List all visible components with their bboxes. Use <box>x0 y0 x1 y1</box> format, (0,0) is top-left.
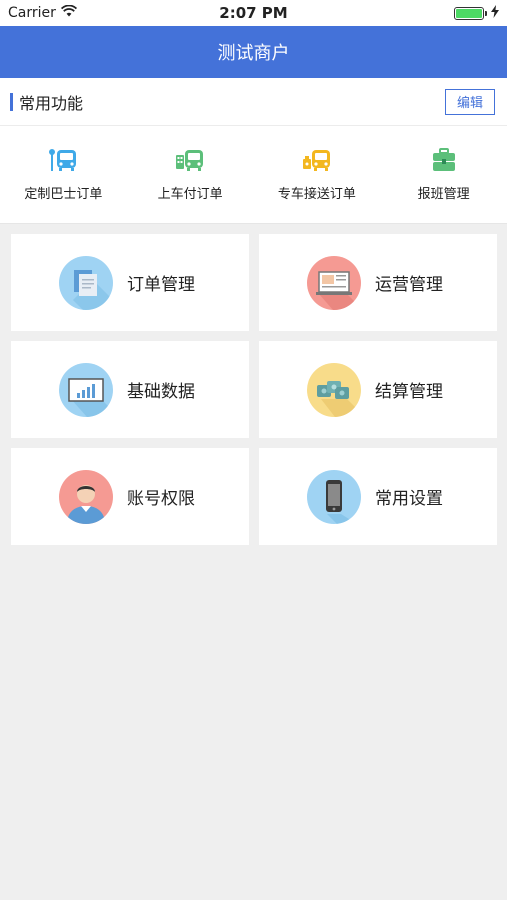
page-title: 测试商户 <box>217 43 290 64</box>
quick-item-shift-management[interactable]: 报班管理 <box>380 147 507 202</box>
battery-icon <box>454 6 487 20</box>
user-avatar-icon <box>59 469 113 524</box>
module-card-label: 结算管理 <box>375 382 443 402</box>
module-card-account-permissions[interactable]: 账号权限 <box>11 448 249 545</box>
quick-item-car-shuttle-order[interactable]: 专车接送订单 <box>254 147 381 202</box>
phone-icon <box>307 469 361 524</box>
monitor-chart-icon <box>59 362 113 417</box>
bus-stop-icon <box>48 147 78 173</box>
quick-item-label: 定制巴士订单 <box>24 187 103 202</box>
quick-functions: 定制巴士订单 上车付订单 专车接送订单 报班管理 <box>0 126 507 224</box>
title-accent-bar <box>10 92 13 111</box>
section-title-label: 常用功能 <box>19 93 84 113</box>
quick-item-label: 上车付订单 <box>157 187 223 202</box>
module-card-order-management[interactable]: 订单管理 <box>11 234 249 331</box>
module-card-label: 基础数据 <box>127 382 195 402</box>
section-header: 常用功能 编辑 <box>0 78 507 126</box>
toolbox-icon <box>429 147 459 173</box>
laptop-chart-icon <box>307 255 361 310</box>
car-shuttle-icon <box>302 147 332 173</box>
quick-item-label: 专车接送订单 <box>277 187 356 202</box>
section-title: 常用功能 <box>10 90 83 114</box>
edit-button[interactable]: 编辑 <box>445 88 495 115</box>
module-card-label: 订单管理 <box>127 275 195 295</box>
module-card-label: 账号权限 <box>127 489 195 509</box>
quick-item-board-pay-order[interactable]: 上车付订单 <box>127 147 254 202</box>
bus-pay-icon <box>175 147 205 173</box>
module-card-label: 常用设置 <box>375 489 443 509</box>
money-stack-icon <box>307 362 361 417</box>
module-card-settlement-management[interactable]: 结算管理 <box>259 341 497 438</box>
module-grid: 订单管理 运营管理 基础数据 结算管理 账号权限 常用设置 <box>0 224 507 555</box>
quick-item-custom-bus-order[interactable]: 定制巴士订单 <box>0 147 127 202</box>
documents-icon <box>59 255 113 310</box>
nav-bar: 测试商户 <box>0 26 507 78</box>
quick-item-label: 报班管理 <box>417 187 470 202</box>
module-card-label: 运营管理 <box>375 275 443 295</box>
module-card-basic-data[interactable]: 基础数据 <box>11 341 249 438</box>
status-bar: Carrier 2:07 PM <box>0 0 507 26</box>
module-card-operations-management[interactable]: 运营管理 <box>259 234 497 331</box>
module-card-common-settings[interactable]: 常用设置 <box>259 448 497 545</box>
status-time: 2:07 PM <box>219 4 288 22</box>
